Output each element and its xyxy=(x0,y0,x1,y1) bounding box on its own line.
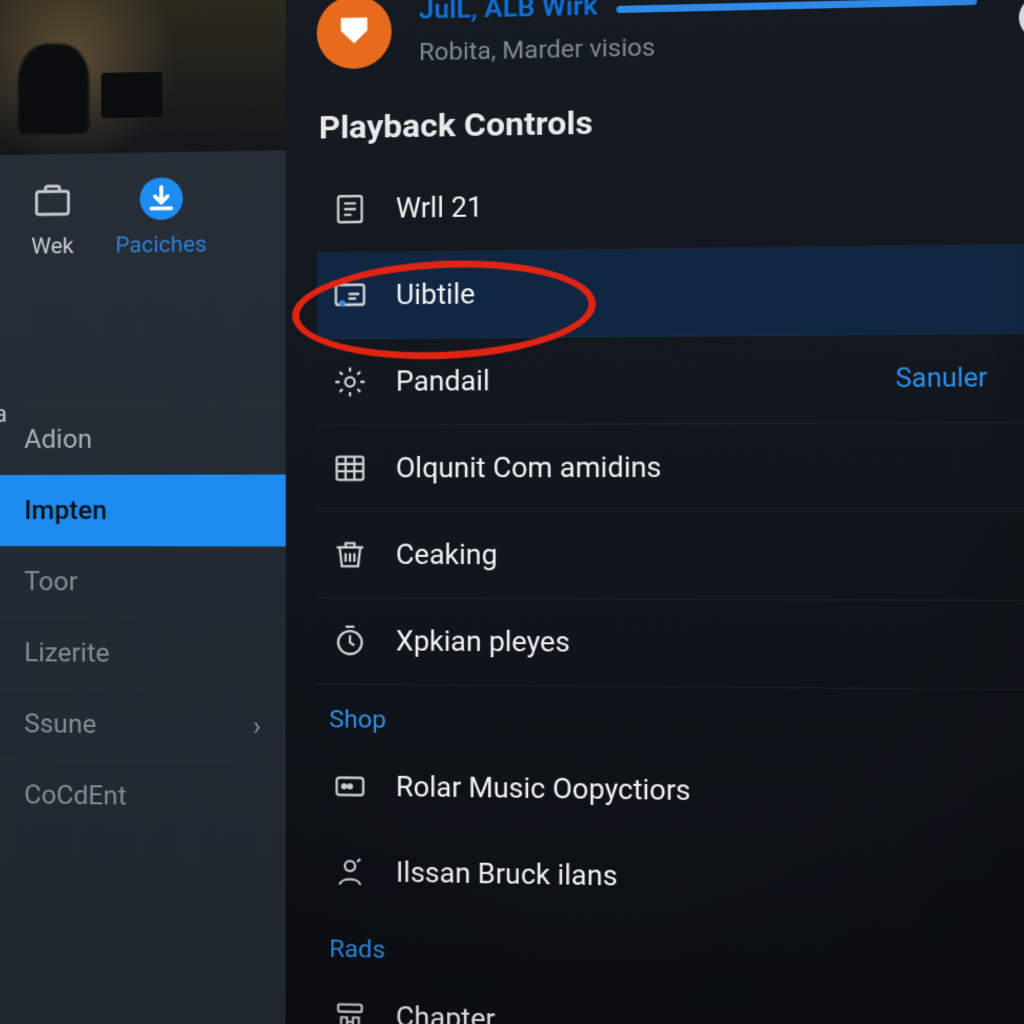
progress-bar[interactable] xyxy=(617,0,977,13)
sidebar-item-adion[interactable]: Adion xyxy=(0,403,286,475)
row-label: Uibtile xyxy=(396,272,999,311)
download-circle-icon xyxy=(136,174,185,223)
row-xpkian[interactable]: Xpkian pleyes ⌄ xyxy=(317,598,1024,690)
row-label: Xpkian pleyes xyxy=(396,625,999,662)
row-uibtile[interactable]: Uibtile ⌄ xyxy=(317,244,1024,339)
sidebar-item-label: Adion xyxy=(24,425,92,455)
sidebar-item-label: Lizerite xyxy=(24,638,109,669)
more-button[interactable]: ••• xyxy=(1019,0,1024,40)
chevron-right-icon: › xyxy=(253,711,261,741)
row-ceaking[interactable]: Ceaking ⌄ xyxy=(317,512,1024,601)
row-rolar-music[interactable]: Rolar Music Oopyctiors xyxy=(317,743,1024,839)
row-label: Ilssan Bruck ilans xyxy=(396,856,1024,900)
row-pandail[interactable]: Pandail Sanuler ⌄ xyxy=(317,334,1024,426)
sidebar-item-toor[interactable]: Toor xyxy=(0,546,286,618)
app-badge-icon[interactable] xyxy=(317,0,392,70)
document-icon xyxy=(329,189,371,230)
row-label: Wrll 21 xyxy=(396,183,999,224)
grid-icon xyxy=(329,448,371,489)
sidebar-item-impten[interactable]: Impten xyxy=(0,475,286,547)
subtitle-icon xyxy=(329,275,371,316)
media-title: JulL, ALB Wirk xyxy=(419,0,598,26)
gear-icon xyxy=(329,361,371,402)
quick-icons: Wek Paciches xyxy=(0,150,286,284)
edge-label: a xyxy=(0,400,7,428)
sidebar-item-label: Toor xyxy=(24,567,77,597)
row-label: Chapter xyxy=(396,1001,1024,1024)
row-olqunit[interactable]: Olqunit Com amidins ⌄ xyxy=(317,423,1024,512)
sidebar-item-label: Ssune xyxy=(24,709,96,740)
card-icon xyxy=(329,766,371,807)
chapters-icon xyxy=(329,995,371,1024)
row-wrll[interactable]: Wrll 21 ⌄ xyxy=(317,155,1024,253)
quick-item-paciches[interactable]: Paciches xyxy=(115,174,206,259)
sidebar-item-ssune[interactable]: Ssune › xyxy=(0,688,286,762)
quick-label: Paciches xyxy=(115,232,206,258)
person-icon xyxy=(329,851,371,892)
sidebar-item-lizerite[interactable]: Lizerite xyxy=(0,617,286,690)
row-label: Olqunit Com amidins xyxy=(396,450,999,484)
sidebar-item-label: CoCdEnt xyxy=(24,780,126,811)
quick-label: Wek xyxy=(31,234,74,260)
timer-icon xyxy=(329,621,371,662)
group-label-shop: Shop xyxy=(317,685,1024,752)
row-ilssan-bruck[interactable]: Ilssan Bruck ilans xyxy=(317,829,1024,928)
briefcase-icon xyxy=(28,176,77,225)
row-label: Pandail xyxy=(396,362,869,398)
row-value: Sanuler xyxy=(895,363,987,394)
sidebar: Wek Paciches a Adion Impten xyxy=(0,0,286,1024)
quick-item-wek[interactable]: Wek xyxy=(28,176,77,260)
main-panel: JulL, ALB Wirk Robita, Marder visios •••… xyxy=(286,0,1024,1024)
sidebar-nav: Adion Impten Toor Lizerite Ssune › CoCdE… xyxy=(0,403,286,835)
section-title: Playback Controls xyxy=(319,94,1024,146)
row-label: Ceaking xyxy=(396,538,999,572)
trash-icon xyxy=(329,534,371,575)
row-label: Rolar Music Oopyctiors xyxy=(396,771,1024,812)
media-header: JulL, ALB Wirk Robita, Marder visios ••• xyxy=(317,0,1024,88)
sidebar-item-label: Impten xyxy=(24,496,107,526)
sidebar-item-cocdent[interactable]: CoCdEnt xyxy=(0,759,286,834)
video-thumbnail[interactable] xyxy=(0,0,286,155)
media-subtitle: Robita, Marder visios xyxy=(419,26,977,67)
